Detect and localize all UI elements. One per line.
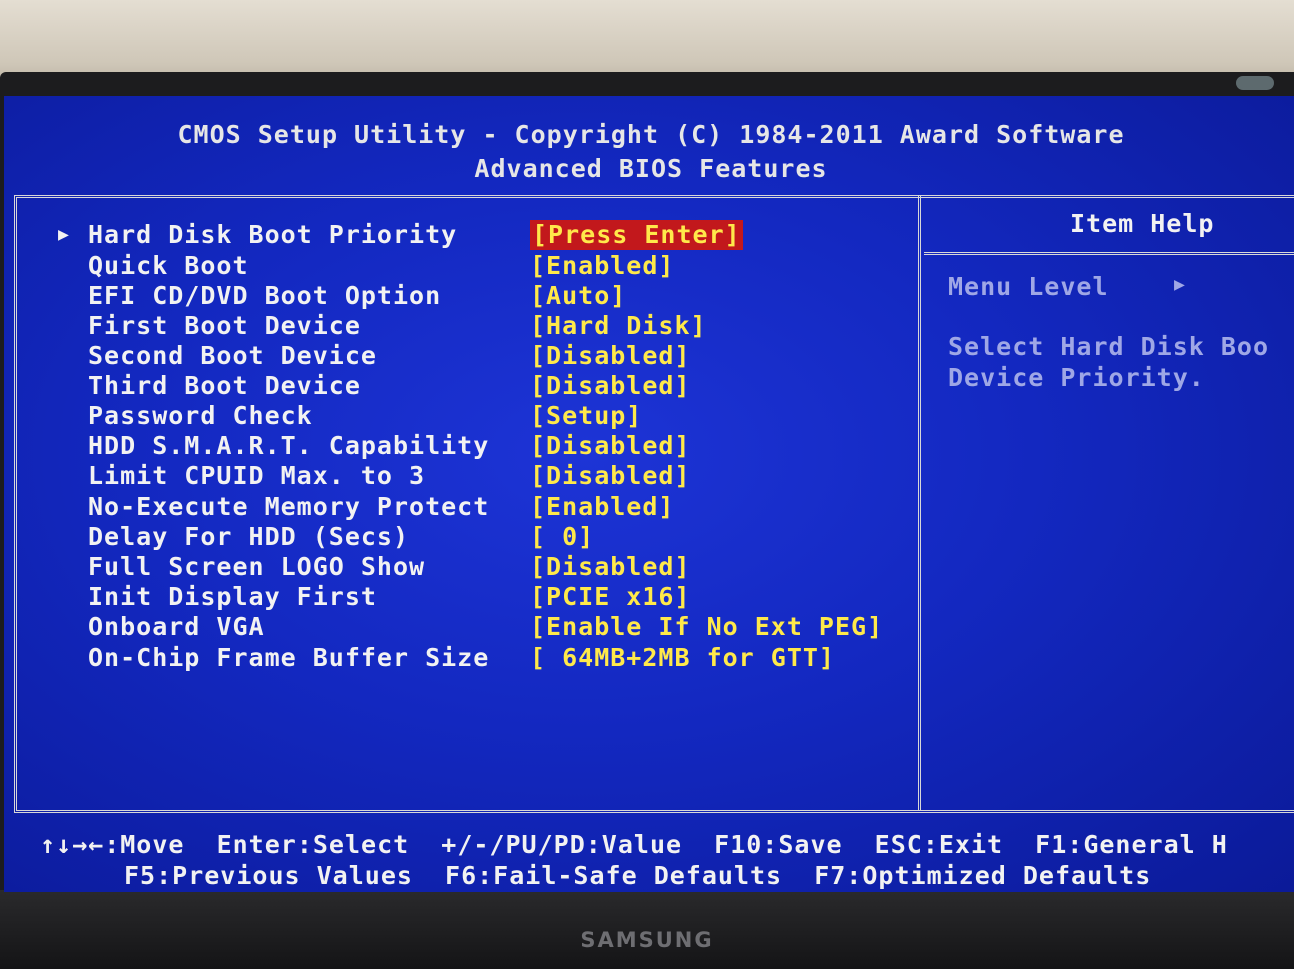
- setting-value[interactable]: [ 0]: [530, 522, 594, 552]
- setting-row-limit-cpuid[interactable]: Limit CPUID Max. to 3 [Disabled]: [64, 461, 690, 491]
- setting-value[interactable]: [Hard Disk]: [530, 311, 707, 341]
- setting-label: No-Execute Memory Protect: [88, 492, 490, 521]
- item-help-title: Item Help: [1070, 209, 1215, 238]
- menu-level-arrow-icon: ▶: [1174, 274, 1185, 295]
- setting-row-quick-boot[interactable]: Quick Boot [Enabled]: [64, 251, 673, 281]
- setting-row-second-boot-device[interactable]: Second Boot Device [Disabled]: [64, 341, 690, 371]
- setting-value[interactable]: [Disabled]: [530, 461, 691, 491]
- setting-label: Full Screen LOGO Show: [88, 552, 426, 581]
- bios-screen: CMOS Setup Utility - Copyright (C) 1984-…: [4, 96, 1294, 892]
- setting-value[interactable]: [Enabled]: [530, 251, 674, 281]
- submenu-arrow-icon: ▶: [58, 224, 70, 245]
- monitor-brand-logo: SAMSUNG: [580, 928, 714, 952]
- setting-label: Delay For HDD (Secs): [88, 522, 410, 551]
- panel-divider: [918, 196, 923, 811]
- key-legend-footer: ↑↓→←:Move Enter:Select +/-/PU/PD:Value F…: [4, 818, 1294, 892]
- help-text-line-2: Device Priority.: [948, 363, 1205, 392]
- page-title: Advanced BIOS Features: [474, 154, 828, 183]
- setting-value[interactable]: [Enable If No Ext PEG]: [530, 612, 883, 642]
- setting-value[interactable]: [Auto]: [530, 281, 626, 311]
- setting-row-init-display-first[interactable]: Init Display First [PCIE x16]: [64, 582, 690, 612]
- setting-value[interactable]: [Disabled]: [530, 341, 691, 371]
- setting-value[interactable]: [ 64MB+2MB for GTT]: [530, 643, 835, 673]
- setting-value[interactable]: [Enabled]: [530, 492, 674, 522]
- setting-row-onboard-vga[interactable]: Onboard VGA [Enable If No Ext PEG]: [64, 612, 882, 642]
- key-legend-line-2: F5:Previous Values F6:Fail-Safe Defaults…: [124, 861, 1152, 890]
- setting-value[interactable]: [Disabled]: [530, 431, 691, 461]
- setting-row-no-execute-memory-protect[interactable]: No-Execute Memory Protect [Enabled]: [64, 492, 673, 522]
- setting-label: On-Chip Frame Buffer Size: [88, 643, 490, 672]
- power-indicator-icon: [1236, 76, 1274, 90]
- setting-label: Init Display First: [88, 582, 377, 611]
- setting-value[interactable]: [Disabled]: [530, 371, 691, 401]
- setting-label: Quick Boot: [88, 251, 249, 280]
- setting-value-selected[interactable]: [Press Enter]: [530, 220, 743, 250]
- menu-level-label: Menu Level: [948, 272, 1109, 301]
- key-legend-line-1: ↑↓→←:Move Enter:Select +/-/PU/PD:Value F…: [40, 830, 1228, 859]
- setting-label: Limit CPUID Max. to 3: [88, 461, 426, 490]
- setting-label: Onboard VGA: [88, 612, 265, 641]
- setting-row-hard-disk-boot-priority[interactable]: ▶ Hard Disk Boot Priority [Press Enter]: [58, 220, 743, 250]
- setting-row-hdd-smart-capability[interactable]: HDD S.M.A.R.T. Capability [Disabled]: [64, 431, 690, 461]
- help-text-line-1: Select Hard Disk Boo: [948, 332, 1270, 361]
- help-separator: [924, 252, 1294, 255]
- setting-row-third-boot-device[interactable]: Third Boot Device [Disabled]: [64, 371, 690, 401]
- setting-value[interactable]: [Disabled]: [530, 552, 691, 582]
- bios-title: CMOS Setup Utility - Copyright (C) 1984-…: [177, 120, 1125, 149]
- setting-label: Hard Disk Boot Priority: [88, 220, 458, 249]
- setting-value[interactable]: [PCIE x16]: [530, 582, 691, 612]
- setting-value[interactable]: [Setup]: [530, 401, 642, 431]
- setting-label: Second Boot Device: [88, 341, 377, 370]
- setting-label: First Boot Device: [88, 311, 361, 340]
- setting-row-first-boot-device[interactable]: First Boot Device [Hard Disk]: [64, 311, 706, 341]
- setting-row-efi-cd-dvd-boot-option[interactable]: EFI CD/DVD Boot Option [Auto]: [64, 281, 625, 311]
- setting-label: EFI CD/DVD Boot Option: [88, 281, 442, 310]
- setting-label: HDD S.M.A.R.T. Capability: [88, 431, 490, 460]
- setting-row-password-check[interactable]: Password Check [Setup]: [64, 401, 641, 431]
- setting-row-delay-for-hdd[interactable]: Delay For HDD (Secs) [ 0]: [64, 522, 593, 552]
- setting-label: Password Check: [88, 401, 313, 430]
- setting-row-full-screen-logo-show[interactable]: Full Screen LOGO Show [Disabled]: [64, 552, 690, 582]
- setting-label: Third Boot Device: [88, 371, 361, 400]
- setting-row-on-chip-frame-buffer-size[interactable]: On-Chip Frame Buffer Size [ 64MB+2MB for…: [64, 643, 834, 673]
